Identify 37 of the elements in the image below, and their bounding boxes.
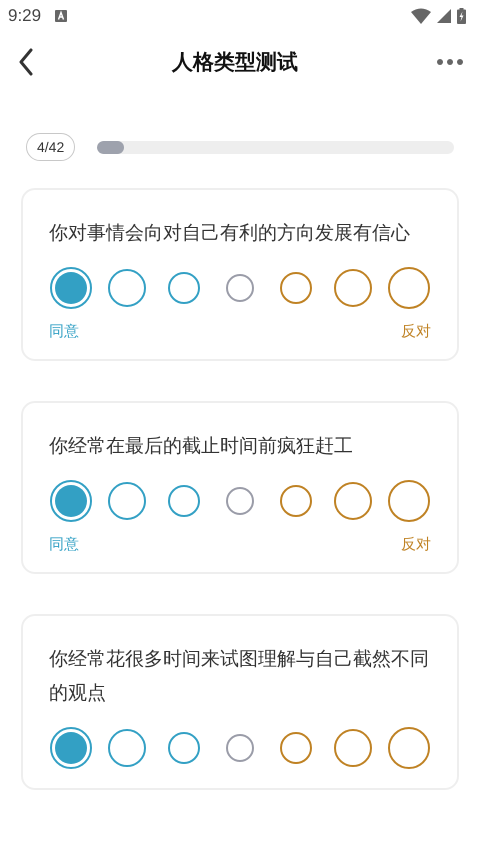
answer-option[interactable] (388, 727, 430, 769)
page-title: 人格类型测试 (172, 49, 298, 76)
question-text: 你经常花很多时间来试图理解与自己截然不同的观点 (49, 647, 430, 706)
answer-option[interactable] (334, 729, 372, 767)
answer-option[interactable] (334, 269, 372, 307)
answer-option[interactable] (280, 732, 312, 764)
question-text: 你对事情会向对自己有利的方向发展有信心 (49, 221, 411, 246)
answer-option[interactable] (108, 482, 146, 520)
answer-option[interactable] (226, 274, 254, 302)
answer-option[interactable] (226, 487, 254, 515)
progress-count: 4/42 (26, 133, 76, 161)
disagree-label: 反对 (401, 322, 431, 341)
answer-option[interactable] (280, 272, 312, 304)
signal-icon (437, 9, 451, 23)
status-time: 9:29 (8, 6, 42, 26)
answer-option[interactable] (50, 267, 92, 309)
question-text: 你经常在最后的截止时间前疯狂赶工 (49, 434, 354, 459)
disagree-label: 反对 (401, 535, 431, 554)
answer-option[interactable] (168, 272, 200, 304)
agree-label: 同意 (49, 535, 79, 554)
answer-option[interactable] (388, 267, 430, 309)
answer-option[interactable] (334, 482, 372, 520)
answer-option[interactable] (108, 269, 146, 307)
answer-option[interactable] (50, 480, 92, 522)
agree-label: 同意 (49, 322, 79, 341)
wifi-icon (411, 8, 431, 24)
answer-option[interactable] (108, 729, 146, 767)
back-icon[interactable] (18, 48, 34, 76)
battery-icon (457, 8, 466, 24)
notification-icon (55, 10, 68, 22)
answer-option[interactable] (226, 734, 254, 762)
answer-option[interactable] (168, 485, 200, 517)
answer-option[interactable] (280, 485, 312, 517)
answer-option[interactable] (50, 727, 92, 769)
more-icon[interactable] (436, 58, 464, 66)
answer-option[interactable] (168, 732, 200, 764)
answer-option[interactable] (388, 480, 430, 522)
